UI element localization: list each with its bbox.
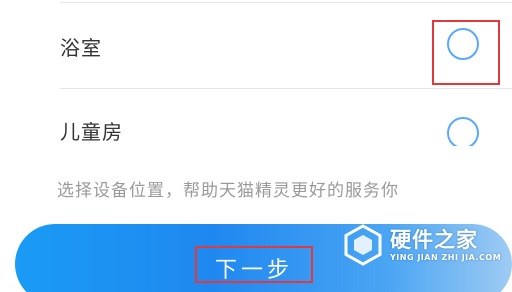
watermark: 硬件之家 YING JIAN ZHI JIA.COM bbox=[340, 222, 505, 282]
highlight-box: 下一步 bbox=[195, 246, 313, 283]
next-button-label: 下一步 bbox=[214, 258, 293, 283]
hint-text: 选择设备位置，帮助天猫精灵更好的服务你 bbox=[57, 181, 399, 201]
radio-button[interactable] bbox=[447, 117, 479, 146]
divider bbox=[60, 2, 512, 3]
divider bbox=[60, 88, 512, 89]
watermark-name: 硬件之家 bbox=[390, 228, 478, 252]
room-label: 儿童房 bbox=[60, 120, 123, 144]
room-selection-screen: 浴室 儿童房 选择设备位置，帮助天猫精灵更好的服务你 下一步 硬件之家 YING… bbox=[0, 0, 512, 292]
room-option-kids-room[interactable]: 儿童房 bbox=[0, 100, 512, 146]
watermark-url: YING JIAN ZHI JIA.COM bbox=[390, 253, 502, 262]
room-label: 浴室 bbox=[60, 36, 102, 60]
hexagon-logo-icon bbox=[344, 224, 382, 266]
highlight-box bbox=[432, 20, 500, 85]
